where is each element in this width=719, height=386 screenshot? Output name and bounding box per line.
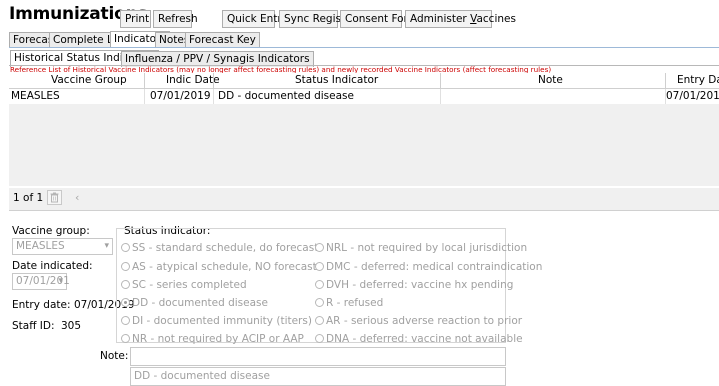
date-indicated-picker[interactable]: 07/01/201 ▾ xyxy=(12,273,70,290)
status-option-label: DMC - deferred: medical contraindication xyxy=(326,261,543,273)
quick-entry-button[interactable]: Quick Entry xyxy=(222,10,288,28)
administer-vaccines-button[interactable]: Administer Vaccines xyxy=(405,10,516,28)
cell-separator xyxy=(213,89,214,104)
staff-id-label: Staff ID: xyxy=(12,320,55,332)
status-option-label: SS - standard schedule, do forecast xyxy=(132,242,319,254)
status-option-label: AS - atypical schedule, NO forecast xyxy=(132,261,317,273)
previous-page-icon[interactable]: ‹ xyxy=(75,191,79,204)
note-label: Note: xyxy=(100,350,129,362)
status-option-ss[interactable]: SS - standard schedule, do forecast xyxy=(121,242,318,254)
status-option-di[interactable]: DI - documented immunity (titers) xyxy=(121,315,312,327)
vaccine-group-value: MEASLES xyxy=(16,240,65,252)
grid-header: Vaccine Group Indic Date Status Indicato… xyxy=(9,73,719,89)
status-option-label: NRL - not required by local jurisdiction xyxy=(326,242,528,254)
consent-form-button[interactable]: Consent Form xyxy=(340,10,418,28)
radio-icon xyxy=(315,243,324,252)
tab-forecast-key[interactable]: Forecast Key xyxy=(185,32,260,48)
column-separator[interactable] xyxy=(665,73,666,88)
status-option-dmc[interactable]: DMC - deferred: medical contraindication xyxy=(315,261,542,273)
radio-icon xyxy=(121,262,130,271)
cell-vaccine-group: MEASLES xyxy=(11,90,60,102)
print-button[interactable]: Print xyxy=(120,10,151,28)
trash-icon xyxy=(50,192,59,203)
status-option-label: DNA - deferred: vaccine not available xyxy=(326,333,523,345)
cell-entry-date: 07/01/2019 xyxy=(666,90,719,102)
status-option-label: DI - documented immunity (titers) xyxy=(132,315,312,327)
delete-button[interactable] xyxy=(47,190,62,205)
radio-icon xyxy=(121,280,130,289)
tab-strip-divider xyxy=(9,47,719,48)
status-option-label: SC - series completed xyxy=(132,279,247,291)
radio-icon xyxy=(121,243,130,252)
radio-icon xyxy=(121,334,130,343)
chevron-down-icon: ▾ xyxy=(104,241,109,251)
table-row[interactable]: MEASLES 07/01/2019 DD - documented disea… xyxy=(9,89,719,105)
grid-empty-area xyxy=(9,104,719,186)
status-option-nrl[interactable]: NRL - not required by local jurisdiction xyxy=(315,242,527,254)
column-separator[interactable] xyxy=(440,73,441,88)
administer-vaccines-label-pre: Administer xyxy=(410,13,471,25)
status-option-dd[interactable]: DD - documented disease xyxy=(121,297,268,309)
status-option-label: R - refused xyxy=(326,297,384,309)
radio-icon xyxy=(315,262,324,271)
status-option-dna[interactable]: DNA - deferred: vaccine not available xyxy=(315,333,523,345)
chevron-down-icon: ▾ xyxy=(58,276,63,286)
page-count: 1 of 1 xyxy=(13,192,44,204)
status-option-ar[interactable]: AR - serious adverse reaction to prior xyxy=(315,315,522,327)
column-header-note[interactable]: Note xyxy=(538,73,563,88)
status-option-label: NR - not required by ACIP or AAP xyxy=(132,333,304,345)
radio-icon xyxy=(315,280,324,289)
status-indicator-display: DD - documented disease xyxy=(130,367,506,386)
radio-icon xyxy=(315,334,324,343)
radio-selected-icon xyxy=(121,298,130,307)
vaccine-group-label: Vaccine group: xyxy=(12,225,90,237)
radio-icon xyxy=(315,298,324,307)
administer-vaccines-label-post: accines xyxy=(476,13,516,25)
note-input[interactable] xyxy=(130,347,506,366)
status-option-label: DVH - deferred: vaccine hx pending xyxy=(326,279,514,291)
status-option-r[interactable]: R - refused xyxy=(315,297,383,309)
status-option-dvh[interactable]: DVH - deferred: vaccine hx pending xyxy=(315,279,513,291)
cell-status-indicator: DD - documented disease xyxy=(218,90,354,102)
cell-separator xyxy=(144,89,145,104)
status-option-label: DD - documented disease xyxy=(132,297,268,309)
cell-indic-date: 07/01/2019 xyxy=(150,90,211,102)
column-header-status-indicator[interactable]: Status Indicator xyxy=(295,73,378,88)
refresh-button[interactable]: Refresh xyxy=(153,10,198,28)
staff-id-value: 305 xyxy=(61,320,82,332)
date-indicated-label: Date indicated: xyxy=(12,260,93,272)
column-header-entry-date[interactable]: Entry Date xyxy=(677,73,719,88)
radio-icon xyxy=(315,316,324,325)
status-option-label: AR - serious adverse reaction to prior xyxy=(326,315,523,327)
column-separator[interactable] xyxy=(213,73,214,88)
column-separator[interactable] xyxy=(144,73,145,88)
status-option-sc[interactable]: SC - series completed xyxy=(121,279,247,291)
sync-registry-button[interactable]: Sync Registry xyxy=(279,10,356,28)
vaccine-group-select[interactable]: MEASLES ▾ xyxy=(12,238,113,255)
radio-icon xyxy=(121,316,130,325)
cell-separator xyxy=(440,89,441,104)
status-option-as[interactable]: AS - atypical schedule, NO forecast xyxy=(121,261,317,273)
entry-date-label: Entry date: xyxy=(12,299,71,311)
grid-pager: 1 of 1 ‹ xyxy=(9,188,719,211)
column-header-vaccine-group[interactable]: Vaccine Group xyxy=(51,73,127,88)
status-option-nr[interactable]: NR - not required by ACIP or AAP xyxy=(121,333,304,345)
column-header-indic-date[interactable]: Indic Date xyxy=(166,73,220,88)
